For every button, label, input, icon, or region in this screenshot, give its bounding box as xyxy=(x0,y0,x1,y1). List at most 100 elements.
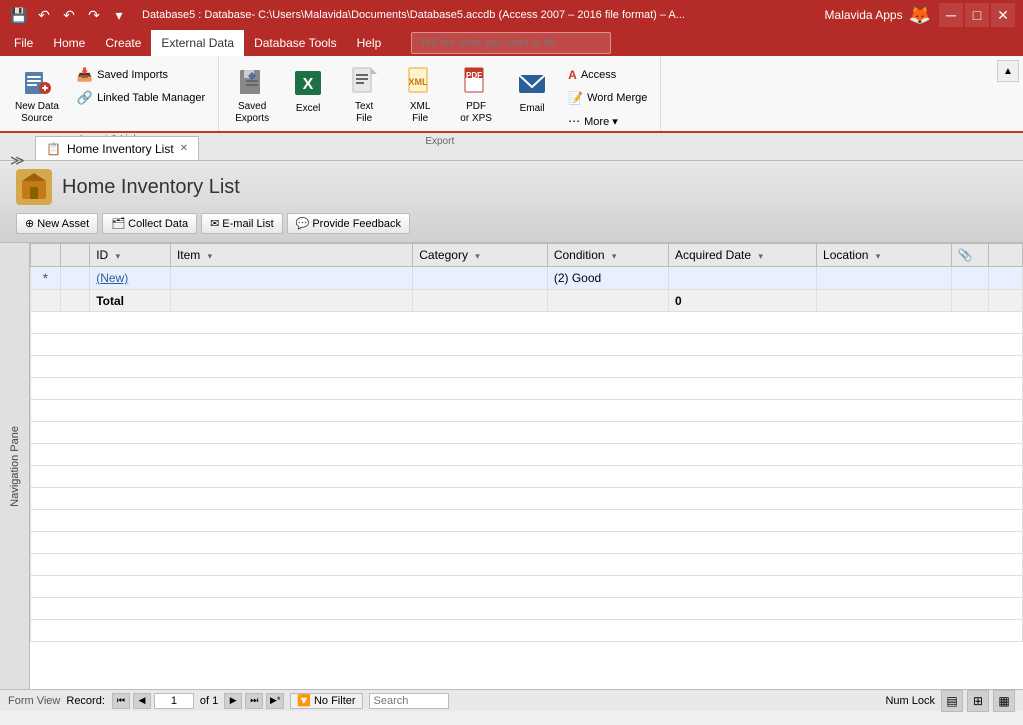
redo-button[interactable]: ↷ xyxy=(83,4,105,26)
minimize-button[interactable]: ─ xyxy=(939,3,963,27)
saved-imports-button[interactable]: 📥 Saved Imports xyxy=(70,64,212,86)
record-label: Record: xyxy=(66,695,105,707)
col-location-header[interactable]: Location ▾ xyxy=(817,244,952,267)
empty-row xyxy=(31,400,1023,422)
new-row-item[interactable] xyxy=(170,267,412,290)
record-new-button[interactable]: ▶* xyxy=(266,693,284,709)
record-current-input[interactable] xyxy=(154,693,194,709)
category-dropdown-icon: ▾ xyxy=(475,251,480,261)
record-last-button[interactable]: ⏭ xyxy=(245,693,263,709)
undo-button[interactable]: ↶ xyxy=(33,4,55,26)
view-icon-grid[interactable]: ⊞ xyxy=(967,690,989,712)
col-id-header[interactable]: ID ▾ xyxy=(90,244,171,267)
new-row-category[interactable] xyxy=(413,267,548,290)
col-extra-header[interactable] xyxy=(989,244,1023,267)
data-area: ID ▾ Item ▾ Category ▾ Condition ▾ Acqui… xyxy=(30,243,1023,689)
new-asset-button[interactable]: ⊕ New Asset xyxy=(16,213,98,234)
xml-file-icon: XML xyxy=(402,65,438,99)
tab-icon: 📋 xyxy=(46,142,61,156)
new-data-source-label: New DataSource xyxy=(15,101,59,125)
search-input[interactable] xyxy=(369,693,449,709)
email-list-button[interactable]: ✉ E-mail List xyxy=(201,213,283,234)
tab-home-inventory[interactable]: 📋 Home Inventory List ✕ xyxy=(35,136,199,160)
col-category-header[interactable]: Category ▾ xyxy=(413,244,548,267)
total-row-indicator xyxy=(60,290,90,312)
new-data-source-button[interactable]: New DataSource xyxy=(6,60,68,130)
window-title: Database5 : Database- C:\Users\Malavida\… xyxy=(142,9,685,21)
new-row-location[interactable] xyxy=(817,267,952,290)
new-row-condition[interactable]: (2) Good xyxy=(547,267,668,290)
record-first-button[interactable]: ⏮ xyxy=(112,693,130,709)
navigation-pane[interactable]: Navigation Pane xyxy=(0,243,30,689)
record-prev-button[interactable]: ◀ xyxy=(133,693,151,709)
maximize-button[interactable]: □ xyxy=(965,3,989,27)
col-acquired-date-header[interactable]: Acquired Date ▾ xyxy=(668,244,816,267)
text-file-button[interactable]: TextFile xyxy=(337,60,391,130)
ribbon-collapse-button[interactable]: ▲ xyxy=(997,60,1019,82)
col-selector-header xyxy=(31,244,61,267)
new-data-source-icon xyxy=(19,65,55,99)
excel-button[interactable]: X Excel xyxy=(281,60,335,130)
new-row-acquired-date[interactable] xyxy=(668,267,816,290)
pdf-xps-button[interactable]: PDF PDFor XPS xyxy=(449,60,503,130)
form-header: Home Inventory List ⊕ New Asset 🗂 Collec… xyxy=(0,161,1023,243)
linked-table-label: Linked Table Manager xyxy=(97,92,205,104)
access-button[interactable]: A Access xyxy=(561,64,654,86)
menu-create[interactable]: Create xyxy=(95,30,151,56)
word-merge-label: Word Merge xyxy=(587,92,647,104)
ribbon-group-export: SavedExports X Excel xyxy=(219,56,661,131)
save-button[interactable]: 💾 xyxy=(8,4,30,26)
menu-help[interactable]: Help xyxy=(347,30,392,56)
more-icon: ⋯ xyxy=(568,114,580,128)
menu-external-data[interactable]: External Data xyxy=(151,30,244,56)
linked-table-manager-button[interactable]: 🔗 Linked Table Manager xyxy=(70,87,212,109)
collect-data-button[interactable]: 🗂 Collect Data xyxy=(102,213,197,234)
col-attachment-header[interactable]: 📎 xyxy=(951,244,989,267)
provide-feedback-button[interactable]: 💬 Provide Feedback xyxy=(287,213,410,234)
nav-pane-label: Navigation Pane xyxy=(9,426,21,507)
collect-data-icon: 🗂 xyxy=(111,217,125,230)
undo-button2[interactable]: ↶ xyxy=(58,4,80,26)
no-filter-button[interactable]: 🔽 No Filter xyxy=(290,693,362,709)
menu-file[interactable]: File xyxy=(4,30,43,56)
tab-expand-icon[interactable]: ≫ xyxy=(10,152,25,169)
tab-close-button[interactable]: ✕ xyxy=(180,143,188,154)
ribbon-group-import-link: New DataSource 📥 Saved Imports 🔗 Linked … xyxy=(0,56,219,131)
text-file-icon xyxy=(346,65,382,99)
view-icon-form[interactable]: ▤ xyxy=(941,690,963,712)
ribbon: New DataSource 📥 Saved Imports 🔗 Linked … xyxy=(0,56,1023,131)
quick-access-toolbar: 💾 ↶ ↶ ↷ ▾ xyxy=(8,4,130,26)
status-right: Num Lock ▤ ⊞ ▦ xyxy=(885,690,1015,712)
saved-exports-button[interactable]: SavedExports xyxy=(225,60,279,130)
record-next-button[interactable]: ▶ xyxy=(224,693,242,709)
total-row-location xyxy=(817,290,952,312)
more-button[interactable]: ⋯ More ▾ xyxy=(561,110,654,132)
condition-dropdown-icon: ▾ xyxy=(612,251,617,261)
new-row-extra xyxy=(989,267,1023,290)
more-label: More ▾ xyxy=(584,115,618,128)
menu-database-tools[interactable]: Database Tools xyxy=(244,30,347,56)
new-row-id[interactable]: (New) xyxy=(90,267,171,290)
word-merge-button[interactable]: 📝 Word Merge xyxy=(561,87,654,109)
word-merge-icon: 📝 xyxy=(568,91,583,105)
view-icon-report[interactable]: ▦ xyxy=(993,690,1015,712)
excel-icon: X xyxy=(290,65,326,101)
qat-dropdown[interactable]: ▾ xyxy=(108,4,130,26)
tell-me-input[interactable] xyxy=(411,32,611,54)
access-icon: A xyxy=(568,68,577,82)
col-item-header[interactable]: Item ▾ xyxy=(170,244,412,267)
form-header-icon xyxy=(16,169,52,205)
svg-text:PDF: PDF xyxy=(466,71,482,80)
email-button[interactable]: Email xyxy=(505,60,559,130)
empty-row xyxy=(31,422,1023,444)
close-button[interactable]: ✕ xyxy=(991,3,1015,27)
menu-home[interactable]: Home xyxy=(43,30,95,56)
new-row-attachment[interactable] xyxy=(951,267,989,290)
status-left: Form View Record: ⏮ ◀ of 1 ▶ ⏭ ▶* 🔽 No F… xyxy=(8,693,449,709)
saved-imports-icon: 📥 xyxy=(77,67,93,83)
record-navigator: Record: ⏮ ◀ of 1 ▶ ⏭ ▶* xyxy=(66,693,284,709)
empty-row xyxy=(31,554,1023,576)
xml-file-button[interactable]: XML XMLFile xyxy=(393,60,447,130)
no-filter-label: No Filter xyxy=(314,695,356,707)
col-condition-header[interactable]: Condition ▾ xyxy=(547,244,668,267)
